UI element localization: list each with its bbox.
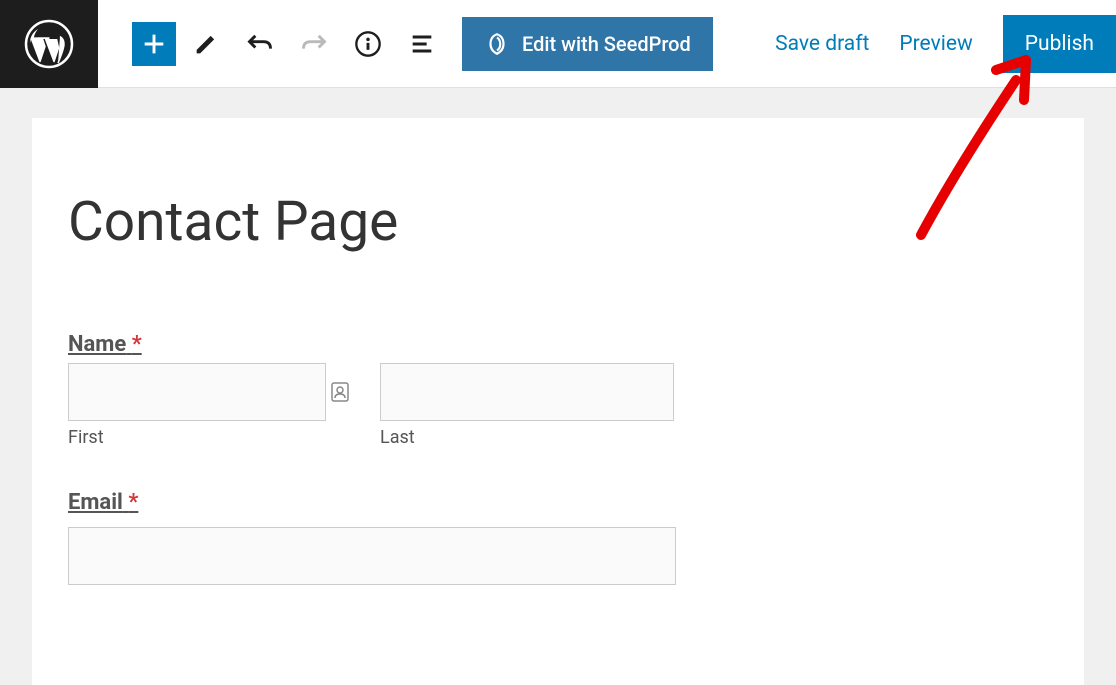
email-field-label: Email * (68, 490, 1048, 515)
name-row: First Last (68, 363, 1048, 448)
first-name-input[interactable] (68, 363, 326, 421)
name-field-label: Name * (68, 332, 1048, 357)
page-title[interactable]: Contact Page (68, 190, 1048, 254)
editor-canvas-wrap: Contact Page Name * First L (0, 88, 1116, 685)
publish-button[interactable]: Publish (1003, 15, 1116, 73)
edit-mode-button[interactable] (182, 20, 230, 68)
undo-button[interactable] (236, 20, 284, 68)
save-draft-button[interactable]: Save draft (775, 32, 869, 56)
last-name-input[interactable] (380, 363, 674, 421)
preview-button[interactable]: Preview (899, 32, 972, 56)
first-sublabel: First (68, 427, 362, 448)
wordpress-logo[interactable] (0, 0, 98, 88)
edit-seedprod-button[interactable]: Edit with SeedProd (462, 17, 713, 71)
seedprod-icon (484, 31, 510, 57)
publish-label: Publish (1025, 32, 1094, 56)
plus-icon (140, 30, 168, 58)
add-block-button[interactable] (132, 22, 176, 66)
redo-button[interactable] (290, 20, 338, 68)
redo-icon (300, 30, 328, 58)
wordpress-icon (24, 19, 74, 69)
undo-icon (246, 30, 274, 58)
contact-card-icon (328, 380, 352, 404)
outline-button[interactable] (398, 20, 446, 68)
list-view-icon (408, 30, 436, 58)
pencil-icon (192, 30, 220, 58)
editor-canvas[interactable]: Contact Page Name * First L (32, 118, 1084, 685)
info-button[interactable] (344, 20, 392, 68)
last-sublabel: Last (380, 427, 674, 448)
info-icon (354, 30, 382, 58)
seedprod-label: Edit with SeedProd (522, 32, 691, 56)
email-input[interactable] (68, 527, 676, 585)
